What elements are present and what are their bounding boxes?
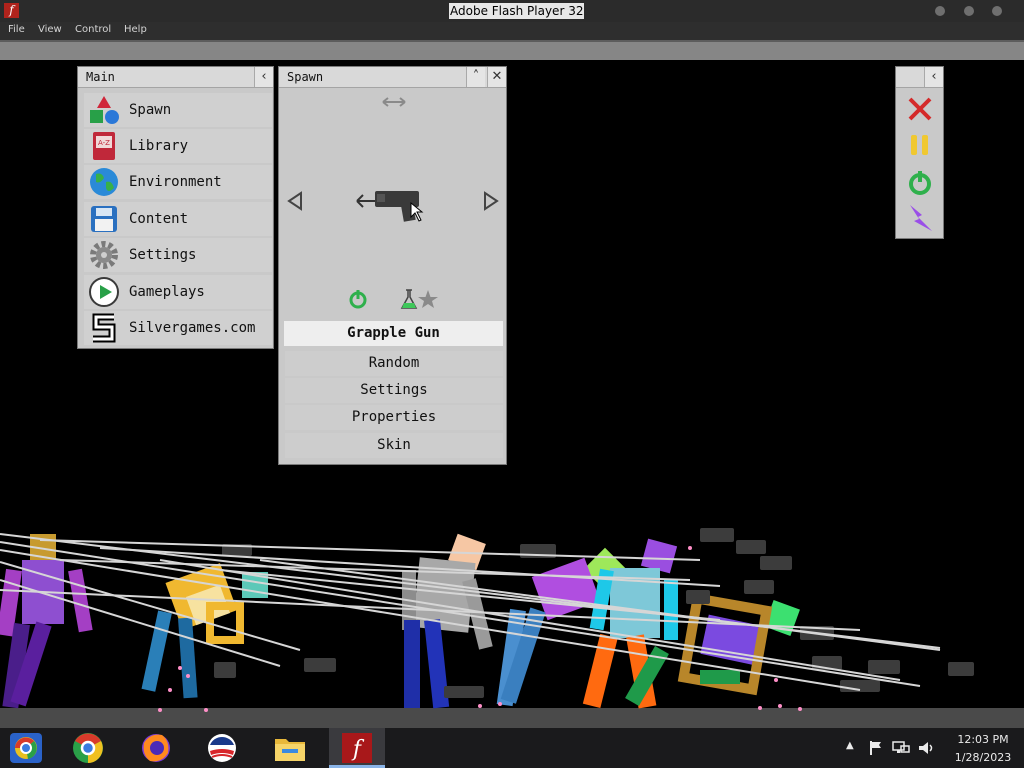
main-panel-header: Main ‹ (78, 67, 273, 88)
grapple-gun-preview[interactable] (355, 185, 427, 225)
play-icon (89, 277, 119, 307)
ragdoll-gray (402, 533, 493, 709)
title-bar: f Adobe Flash Player 32 (0, 0, 1024, 22)
menu-item-label: Gameplays (129, 284, 205, 300)
stage-top-strip (0, 40, 1024, 60)
menu-file[interactable]: File (8, 24, 25, 35)
menu-item-environment[interactable]: Environment (84, 165, 272, 199)
tool-panel: ‹ (895, 66, 944, 239)
main-panel-title: Main (86, 70, 115, 84)
obama-logo-icon[interactable] (202, 731, 242, 765)
menu-item-label: Settings (129, 247, 197, 263)
chevron-up-icon[interactable]: ˄ (466, 67, 485, 87)
gear-icon (90, 241, 118, 269)
flask-star-icon[interactable] (400, 287, 440, 311)
close-button[interactable] (992, 6, 1002, 16)
selected-item-name: Grapple Gun (284, 321, 503, 346)
menu-view[interactable]: View (38, 24, 62, 35)
tray-overflow-icon[interactable]: ▲ (846, 740, 854, 751)
globe-icon (90, 168, 118, 196)
window-title: Adobe Flash Player 32 (449, 3, 585, 19)
clock-time[interactable]: 12:03 PM (948, 733, 1018, 746)
spawn-panel-title: Spawn (287, 70, 324, 84)
spawn-panel: Spawn ˄ ✕ Grapple Gun Random Settings Pr… (278, 66, 507, 465)
floppy-disk-icon (91, 206, 117, 232)
svg-text:A-Z: A-Z (98, 139, 110, 147)
spawn-panel-header: Spawn ˄ ✕ (279, 67, 506, 88)
menu-item-label: Spawn (129, 102, 172, 118)
random-button[interactable]: Random (285, 351, 503, 376)
menu-item-content[interactable]: Content (84, 202, 272, 236)
menu-control[interactable]: Control (75, 24, 111, 35)
silvergames-logo-icon (92, 313, 116, 343)
menu-item-settings[interactable]: Settings (84, 238, 272, 272)
menu-item-library[interactable]: A-Z Library (84, 129, 272, 163)
volume-icon[interactable] (917, 740, 935, 756)
clock-date[interactable]: 1/28/2023 (944, 751, 1022, 764)
power-icon[interactable] (906, 169, 934, 197)
network-icon[interactable] (892, 740, 910, 756)
menu-item-silvergames[interactable]: Silvergames.com (84, 311, 272, 345)
power-icon[interactable] (347, 288, 369, 310)
next-arrow-icon[interactable] (483, 191, 499, 211)
main-panel: Main ‹ Spawn A-Z Library Environment Con… (77, 66, 274, 349)
ragdoll-cyan (582, 568, 678, 709)
menu-item-label: Silvergames.com (129, 320, 256, 336)
settings-button[interactable]: Settings (285, 378, 503, 403)
menu-item-label: Library (129, 138, 189, 154)
delete-icon[interactable] (906, 95, 934, 123)
properties-button[interactable]: Properties (285, 405, 503, 430)
collapse-icon[interactable]: ‹ (924, 67, 943, 87)
menu-item-spawn[interactable]: Spawn (84, 93, 272, 127)
flag-icon[interactable] (868, 740, 884, 756)
shapes-icon (90, 96, 119, 124)
menu-bar: File View Control Help (0, 22, 1024, 40)
resize-horizontal-icon[interactable] (381, 96, 407, 108)
menu-item-label: Content (129, 211, 189, 227)
firefox-icon[interactable] (136, 731, 176, 765)
previous-arrow-icon[interactable] (287, 191, 303, 211)
menu-help[interactable]: Help (124, 24, 147, 35)
ground (0, 708, 1024, 728)
close-icon[interactable]: ✕ (487, 67, 506, 87)
game-scene[interactable] (0, 500, 1024, 728)
collapse-icon[interactable]: ‹ (254, 67, 273, 87)
chrome-legacy-icon[interactable] (6, 731, 46, 765)
pause-icon[interactable] (908, 133, 932, 157)
flash-player-icon[interactable]: f (337, 731, 377, 765)
menu-item-label: Environment (129, 174, 222, 190)
menu-item-gameplays[interactable]: Gameplays (84, 275, 272, 309)
file-explorer-icon[interactable] (270, 731, 310, 765)
book-icon: A-Z (93, 132, 115, 160)
lightning-icon[interactable] (906, 203, 934, 233)
tool-panel-header: ‹ (896, 67, 943, 88)
skin-button[interactable]: Skin (285, 433, 503, 458)
chrome-icon[interactable] (68, 731, 108, 765)
maximize-button[interactable] (964, 6, 974, 16)
flash-app-icon: f (4, 3, 19, 18)
minimize-button[interactable] (935, 6, 945, 16)
